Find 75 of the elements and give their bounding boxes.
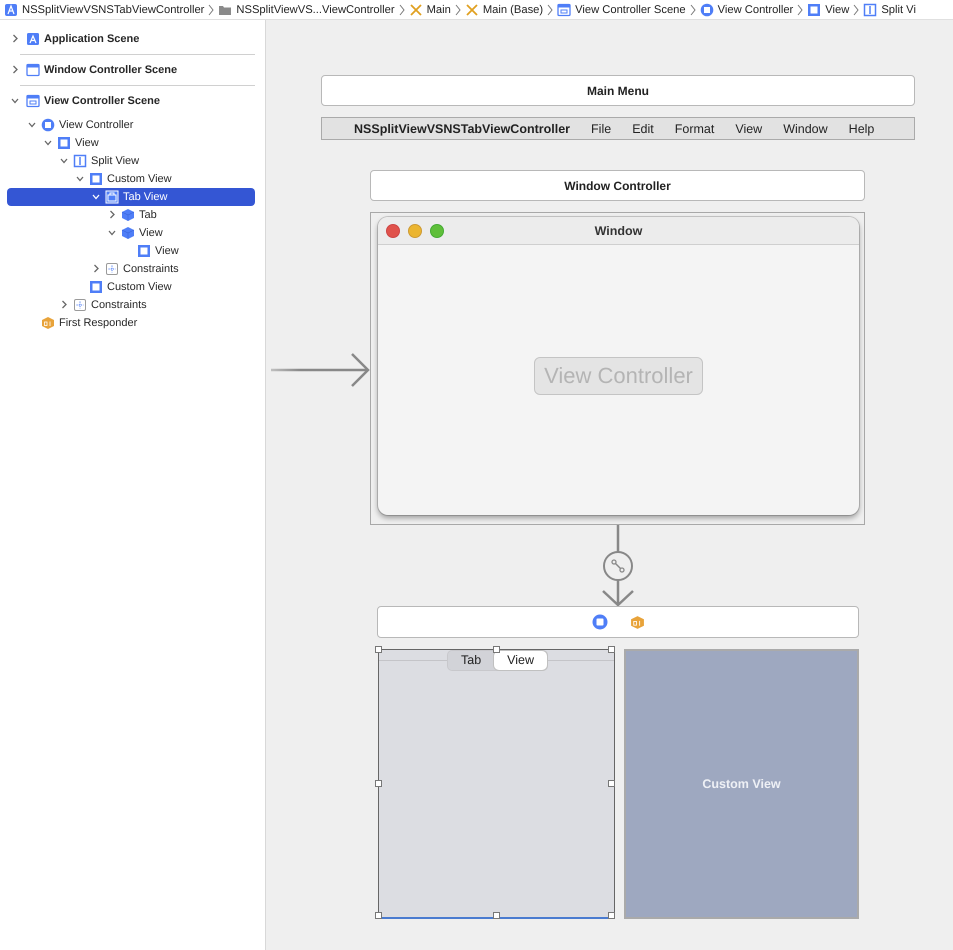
resize-handle[interactable] xyxy=(375,646,382,653)
cube-icon xyxy=(41,316,55,330)
resize-handle[interactable] xyxy=(608,912,615,919)
zoom-button[interactable] xyxy=(430,224,444,238)
menu-item[interactable]: Window xyxy=(783,122,828,136)
resize-handle[interactable] xyxy=(375,780,382,787)
outline-row[interactable]: Tab View xyxy=(7,188,255,206)
close-button[interactable] xyxy=(386,224,400,238)
chevron-icon xyxy=(398,4,406,16)
resize-handle[interactable] xyxy=(608,646,615,653)
cross-icon xyxy=(408,2,423,16)
tab-icon xyxy=(105,190,119,204)
menu-item[interactable]: View xyxy=(735,122,762,136)
outline-row[interactable]: Custom View xyxy=(7,170,255,188)
outline-row[interactable]: First Responder xyxy=(7,314,255,332)
chevron-icon xyxy=(207,4,216,16)
tab[interactable]: View xyxy=(494,651,548,670)
square-icon xyxy=(807,2,822,16)
constraints-icon xyxy=(105,262,119,276)
chevron-icon xyxy=(852,4,860,16)
chevron-icon xyxy=(688,4,697,16)
outline-row[interactable]: Tab xyxy=(7,206,255,224)
menu-item[interactable]: Help xyxy=(848,122,874,136)
cross-icon xyxy=(464,2,479,16)
tab[interactable]: Tab xyxy=(448,651,494,670)
menu-item[interactable]: Edit xyxy=(632,122,654,136)
outline-row[interactable]: Custom View xyxy=(7,278,255,296)
window-icon xyxy=(26,94,40,108)
outline-row[interactable]: View xyxy=(7,134,255,152)
breadcrumb-item[interactable]: Main xyxy=(426,4,451,16)
split-view-icon xyxy=(73,154,87,168)
app-icon xyxy=(26,32,40,46)
app-icon xyxy=(4,2,18,16)
window-controller-bar[interactable]: Window Controller xyxy=(370,170,865,201)
cube-icon xyxy=(121,208,135,222)
resize-handle[interactable] xyxy=(375,912,382,919)
outline-row[interactable]: View xyxy=(7,224,255,242)
menu-item[interactable]: File xyxy=(591,122,612,136)
scene-row[interactable]: Window Controller Scene xyxy=(8,55,255,85)
square-icon xyxy=(137,244,151,258)
window-title: Window xyxy=(594,224,642,238)
outline-row[interactable]: Split View xyxy=(7,152,255,170)
square-icon xyxy=(57,136,71,150)
chevron-icon xyxy=(454,4,462,16)
main-menu-bar[interactable]: Main Menu xyxy=(321,75,915,106)
resize-handle[interactable] xyxy=(608,780,615,787)
chevron-icon xyxy=(796,4,804,16)
tab-view[interactable]: Tab View xyxy=(378,649,615,919)
split-view-icon xyxy=(863,2,878,16)
outline-row[interactable]: Constraints xyxy=(7,260,255,278)
square-icon xyxy=(89,172,103,186)
resize-handle[interactable] xyxy=(493,912,500,919)
window-icon xyxy=(26,63,40,77)
breadcrumb-item[interactable]: NSSplitViewVSNSTabViewController xyxy=(22,4,204,16)
scene-row[interactable]: View Controller Scene xyxy=(8,86,255,116)
resize-handle[interactable] xyxy=(493,646,500,653)
breadcrumb-item[interactable]: NSSplitViewVS...ViewController xyxy=(236,4,395,16)
menu-item[interactable]: Format xyxy=(674,122,714,136)
cube-icon xyxy=(121,226,135,240)
window-icon xyxy=(557,2,572,16)
breadcrumb-item[interactable]: Main (Base) xyxy=(482,4,544,16)
custom-view-label: Custom View xyxy=(702,777,781,791)
scene-row[interactable]: Application Scene xyxy=(8,24,255,54)
breadcrumb-item[interactable]: Split Vi xyxy=(881,4,916,16)
square-icon xyxy=(89,280,103,294)
breadcrumb-item[interactable]: View Controller Scene xyxy=(575,4,686,16)
outline-row[interactable]: Constraints xyxy=(7,296,255,314)
chevron-icon xyxy=(546,4,554,16)
outline-row[interactable]: View Controller xyxy=(7,116,255,134)
breadcrumb-item[interactable]: View Controller xyxy=(718,4,794,16)
breadcrumb-item[interactable]: View xyxy=(825,4,850,16)
segue-arrow[interactable] xyxy=(602,525,634,606)
app-menu[interactable]: NSSplitViewVSNSTabViewController xyxy=(354,122,570,136)
outline-row[interactable]: View xyxy=(7,242,255,260)
constraints-icon xyxy=(73,298,87,312)
